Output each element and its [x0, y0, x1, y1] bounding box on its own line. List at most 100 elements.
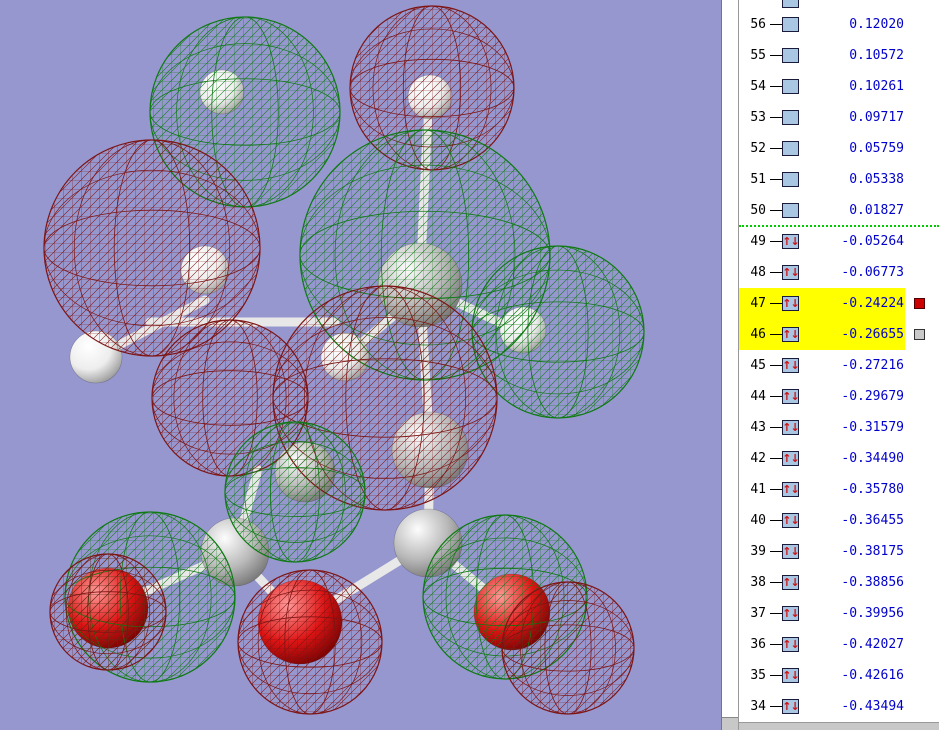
orbital-row-main: 44 ↑ ↓ -0.29679: [739, 381, 905, 412]
spin-down-icon: ↓: [790, 297, 800, 310]
orbital-row-53[interactable]: 53 0.09717: [739, 102, 939, 133]
occupancy-checkbox[interactable]: [782, 141, 799, 156]
orbital-row-main: 36 ↑ ↓ -0.42027: [739, 629, 905, 660]
orbital-row-partial[interactable]: [739, 0, 939, 9]
orbital-row-54[interactable]: 54 0.10261: [739, 71, 939, 102]
orbital-energy: -0.05264: [841, 234, 904, 249]
occupancy-checkbox[interactable]: ↑ ↓: [782, 637, 800, 652]
horizontal-scrollbar[interactable]: [739, 722, 939, 730]
occupancy-checkbox[interactable]: [782, 0, 799, 8]
orbital-row-46[interactable]: 46 ↑ ↓ -0.26655: [739, 319, 939, 350]
spin-down-icon: ↓: [790, 390, 800, 403]
orbital-swatch-red: [914, 298, 925, 309]
occupancy-checkbox[interactable]: ↑ ↓: [782, 699, 800, 714]
occupancy-checkbox[interactable]: ↑ ↓: [782, 420, 800, 435]
orbital-row-44[interactable]: 44 ↑ ↓ -0.29679: [739, 381, 939, 412]
tick-line: [770, 148, 782, 149]
occupancy-checkbox[interactable]: ↑ ↓: [782, 513, 800, 528]
occupancy-checkbox[interactable]: [782, 203, 799, 218]
orbital-energy: -0.27216: [841, 358, 904, 373]
occupancy-checkbox[interactable]: ↑ ↓: [782, 296, 800, 311]
orbital-number: 47: [750, 296, 766, 311]
vertical-scrollbar[interactable]: [722, 0, 739, 730]
orbital-row-37[interactable]: 37 ↑ ↓ -0.39956: [739, 598, 939, 629]
orbital-number: 54: [750, 79, 766, 94]
orbital-row-42[interactable]: 42 ↑ ↓ -0.34490: [739, 443, 939, 474]
orbital-row-35[interactable]: 35 ↑ ↓ -0.42616: [739, 660, 939, 691]
orbital-row-38[interactable]: 38 ↑ ↓ -0.38856: [739, 567, 939, 598]
occupancy-checkbox[interactable]: [782, 79, 799, 94]
spin-down-icon: ↓: [790, 700, 800, 713]
orbital-row-43[interactable]: 43 ↑ ↓ -0.31579: [739, 412, 939, 443]
tick-line: [770, 582, 782, 583]
orbital-row-50[interactable]: 50 0.01827: [739, 195, 939, 226]
orbital-row-main: 39 ↑ ↓ -0.38175: [739, 536, 905, 567]
scrollbar-corner: [722, 717, 738, 730]
orbital-number: 34: [750, 699, 766, 714]
orbital-row-34[interactable]: 34 ↑ ↓ -0.43494: [739, 691, 939, 722]
spin-up-icon: ↑: [782, 669, 791, 682]
occupancy-checkbox[interactable]: [782, 17, 799, 32]
spin-down-icon: ↓: [790, 328, 800, 341]
spin-up-icon: ↑: [782, 483, 791, 496]
tick-line: [770, 210, 782, 211]
orbital-energy: -0.31579: [841, 420, 904, 435]
orbital-number: 48: [750, 265, 766, 280]
spin-up-icon: ↑: [782, 545, 791, 558]
molecule-viewport[interactable]: [0, 0, 722, 730]
orbital-row-45[interactable]: 45 ↑ ↓ -0.27216: [739, 350, 939, 381]
orbital-row-56[interactable]: 56 0.12020: [739, 9, 939, 40]
occupancy-checkbox[interactable]: [782, 172, 799, 187]
occupancy-checkbox[interactable]: ↑ ↓: [782, 451, 800, 466]
occupancy-checkbox[interactable]: ↑ ↓: [782, 389, 800, 404]
tick-line: [770, 179, 782, 180]
orbital-row-main: 48 ↑ ↓ -0.06773: [739, 257, 905, 288]
orbital-row-main: 38 ↑ ↓ -0.38856: [739, 567, 905, 598]
orbital-energy: 0.05338: [849, 172, 904, 187]
occupancy-checkbox[interactable]: ↑ ↓: [782, 575, 800, 590]
orbital-row-main: 41 ↑ ↓ -0.35780: [739, 474, 905, 505]
orbital-row-main: 46 ↑ ↓ -0.26655: [739, 319, 905, 350]
tick-line: [770, 613, 782, 614]
occupancy-checkbox[interactable]: ↑ ↓: [782, 358, 800, 373]
orbital-energy: -0.42616: [841, 668, 904, 683]
orbital-row-main: 56 0.12020: [739, 9, 905, 40]
orbital-number: 36: [750, 637, 766, 652]
orbital-row-49[interactable]: 49 ↑ ↓ -0.05264: [739, 226, 939, 257]
occupancy-checkbox[interactable]: ↑ ↓: [782, 606, 800, 621]
occupancy-checkbox[interactable]: [782, 110, 799, 125]
tick-line: [770, 24, 782, 25]
occupancy-checkbox[interactable]: ↑ ↓: [782, 265, 800, 280]
orbital-row-55[interactable]: 55 0.10572: [739, 40, 939, 71]
orbital-list: 56 0.12020 55 0.10572 54 0.10261 53 0.09717 52 0.…: [739, 0, 939, 722]
occupancy-checkbox[interactable]: ↑ ↓: [782, 544, 800, 559]
orbital-number: 49: [750, 234, 766, 249]
spin-up-icon: ↑: [782, 700, 791, 713]
orbital-row-48[interactable]: 48 ↑ ↓ -0.06773: [739, 257, 939, 288]
orbital-row-36[interactable]: 36 ↑ ↓ -0.42027: [739, 629, 939, 660]
occupancy-checkbox[interactable]: ↑ ↓: [782, 668, 800, 683]
spin-down-icon: ↓: [790, 514, 800, 527]
orbital-row-main: 35 ↑ ↓ -0.42616: [739, 660, 905, 691]
orbital-number: 46: [750, 327, 766, 342]
occupancy-checkbox[interactable]: ↑ ↓: [782, 327, 800, 342]
tick-line: [770, 644, 782, 645]
orbital-row-51[interactable]: 51 0.05338: [739, 164, 939, 195]
tick-line: [770, 86, 782, 87]
occupancy-checkbox[interactable]: [782, 48, 799, 63]
orbital-row-main: 47 ↑ ↓ -0.24224: [739, 288, 905, 319]
orbital-row-47[interactable]: 47 ↑ ↓ -0.24224: [739, 288, 939, 319]
orbital-swatch-gray: [914, 329, 925, 340]
orbital-energy: -0.39956: [841, 606, 904, 621]
occupancy-checkbox[interactable]: ↑ ↓: [782, 234, 800, 249]
orbital-row-39[interactable]: 39 ↑ ↓ -0.38175: [739, 536, 939, 567]
orbital-row-40[interactable]: 40 ↑ ↓ -0.36455: [739, 505, 939, 536]
spin-up-icon: ↑: [782, 297, 791, 310]
orbital-row-52[interactable]: 52 0.05759: [739, 133, 939, 164]
orbital-energy: -0.35780: [841, 482, 904, 497]
occupancy-checkbox[interactable]: ↑ ↓: [782, 482, 800, 497]
orbital-energy: 0.10261: [849, 79, 904, 94]
orbital-row-41[interactable]: 41 ↑ ↓ -0.35780: [739, 474, 939, 505]
spin-down-icon: ↓: [790, 669, 800, 682]
spin-up-icon: ↑: [782, 266, 791, 279]
